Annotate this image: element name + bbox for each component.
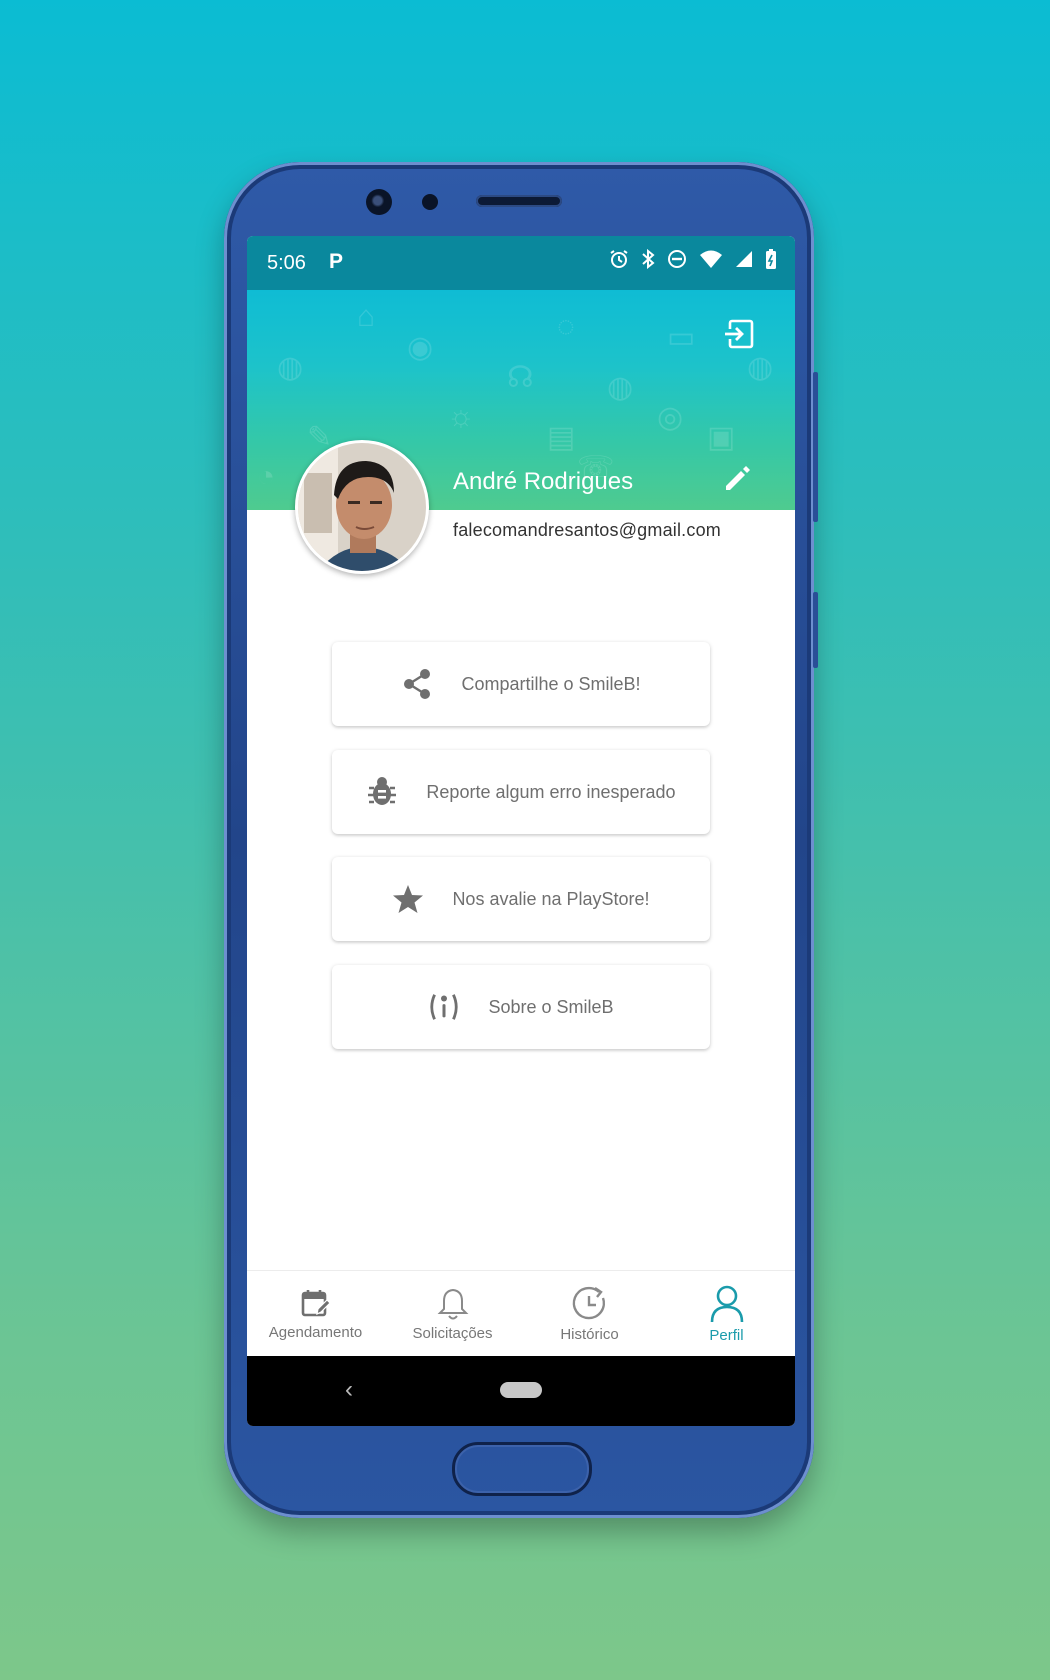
report-bug-button[interactable]: Reporte algum erro inesperado — [332, 750, 710, 834]
tab-perfil-label: Perfil — [709, 1326, 744, 1344]
share-label: Compartilhe o SmileB! — [461, 673, 641, 694]
user-name: André Rodrigues — [453, 468, 634, 495]
report-bug-label: Reporte algum erro inesperado — [426, 781, 676, 802]
edit-icon[interactable] — [721, 462, 753, 494]
rate-app-button[interactable]: Nos avalie na PlayStore! — [332, 857, 710, 941]
tab-agendamento-label: Agendamento — [268, 1323, 363, 1341]
home-pill-button[interactable] — [500, 1382, 542, 1398]
front-camera — [366, 189, 392, 215]
about-label: Sobre o SmileB — [488, 996, 614, 1017]
alarm-icon — [610, 250, 628, 268]
star-icon — [392, 883, 424, 915]
user-email: falecomandresantos@gmail.com — [453, 520, 721, 540]
logout-icon[interactable] — [721, 316, 757, 352]
notification-p-icon: P — [329, 250, 344, 273]
tab-solicitacoes-label: Solicitações — [412, 1324, 493, 1342]
tab-historico[interactable]: Histórico — [521, 1271, 658, 1357]
rate-app-label: Nos avalie na PlayStore! — [452, 888, 650, 909]
bug-icon — [366, 776, 398, 808]
back-chevron-icon[interactable]: ‹ — [345, 1376, 353, 1404]
system-navigation-bar: ‹ — [247, 1356, 795, 1426]
status-bar: 5:06 P — [247, 236, 795, 290]
power-button — [813, 372, 818, 522]
battery-icon — [766, 249, 776, 269]
earpiece-speaker — [476, 195, 562, 207]
history-icon — [572, 1286, 605, 1319]
wifi-icon — [700, 250, 722, 268]
avatar-photo — [298, 443, 426, 571]
bluetooth-icon — [642, 249, 655, 269]
signal-icon — [736, 251, 752, 267]
share-icon — [401, 668, 433, 700]
tab-perfil[interactable]: Perfil — [658, 1271, 795, 1357]
bottom-navigation: Agendamento Solicitações Histórico Perfi… — [247, 1270, 795, 1357]
volume-button — [813, 592, 818, 668]
avatar[interactable] — [295, 440, 429, 574]
about-button[interactable]: Sobre o SmileB — [332, 965, 710, 1049]
tab-historico-label: Histórico — [560, 1325, 619, 1343]
share-button[interactable]: Compartilhe o SmileB! — [332, 642, 710, 726]
home-key[interactable] — [452, 1442, 592, 1496]
status-time: 5:06 — [267, 252, 306, 274]
bell-icon — [437, 1288, 468, 1319]
status-icons — [609, 248, 777, 270]
tab-agendamento[interactable]: Agendamento — [247, 1271, 384, 1357]
phone-screen: 5:06 P ◍ ⌂ ◉ ☊ ◌ ◍ ▭ ✎ ☼ ▤ ◎ ◔ ◕ ☏ ▣ — [247, 236, 795, 1426]
proximity-sensor — [422, 194, 438, 210]
info-icon — [428, 991, 460, 1023]
person-icon — [710, 1285, 743, 1322]
do-not-disturb-icon — [668, 250, 686, 268]
tab-solicitacoes[interactable]: Solicitações — [384, 1271, 521, 1357]
calendar-edit-icon — [301, 1289, 331, 1316]
